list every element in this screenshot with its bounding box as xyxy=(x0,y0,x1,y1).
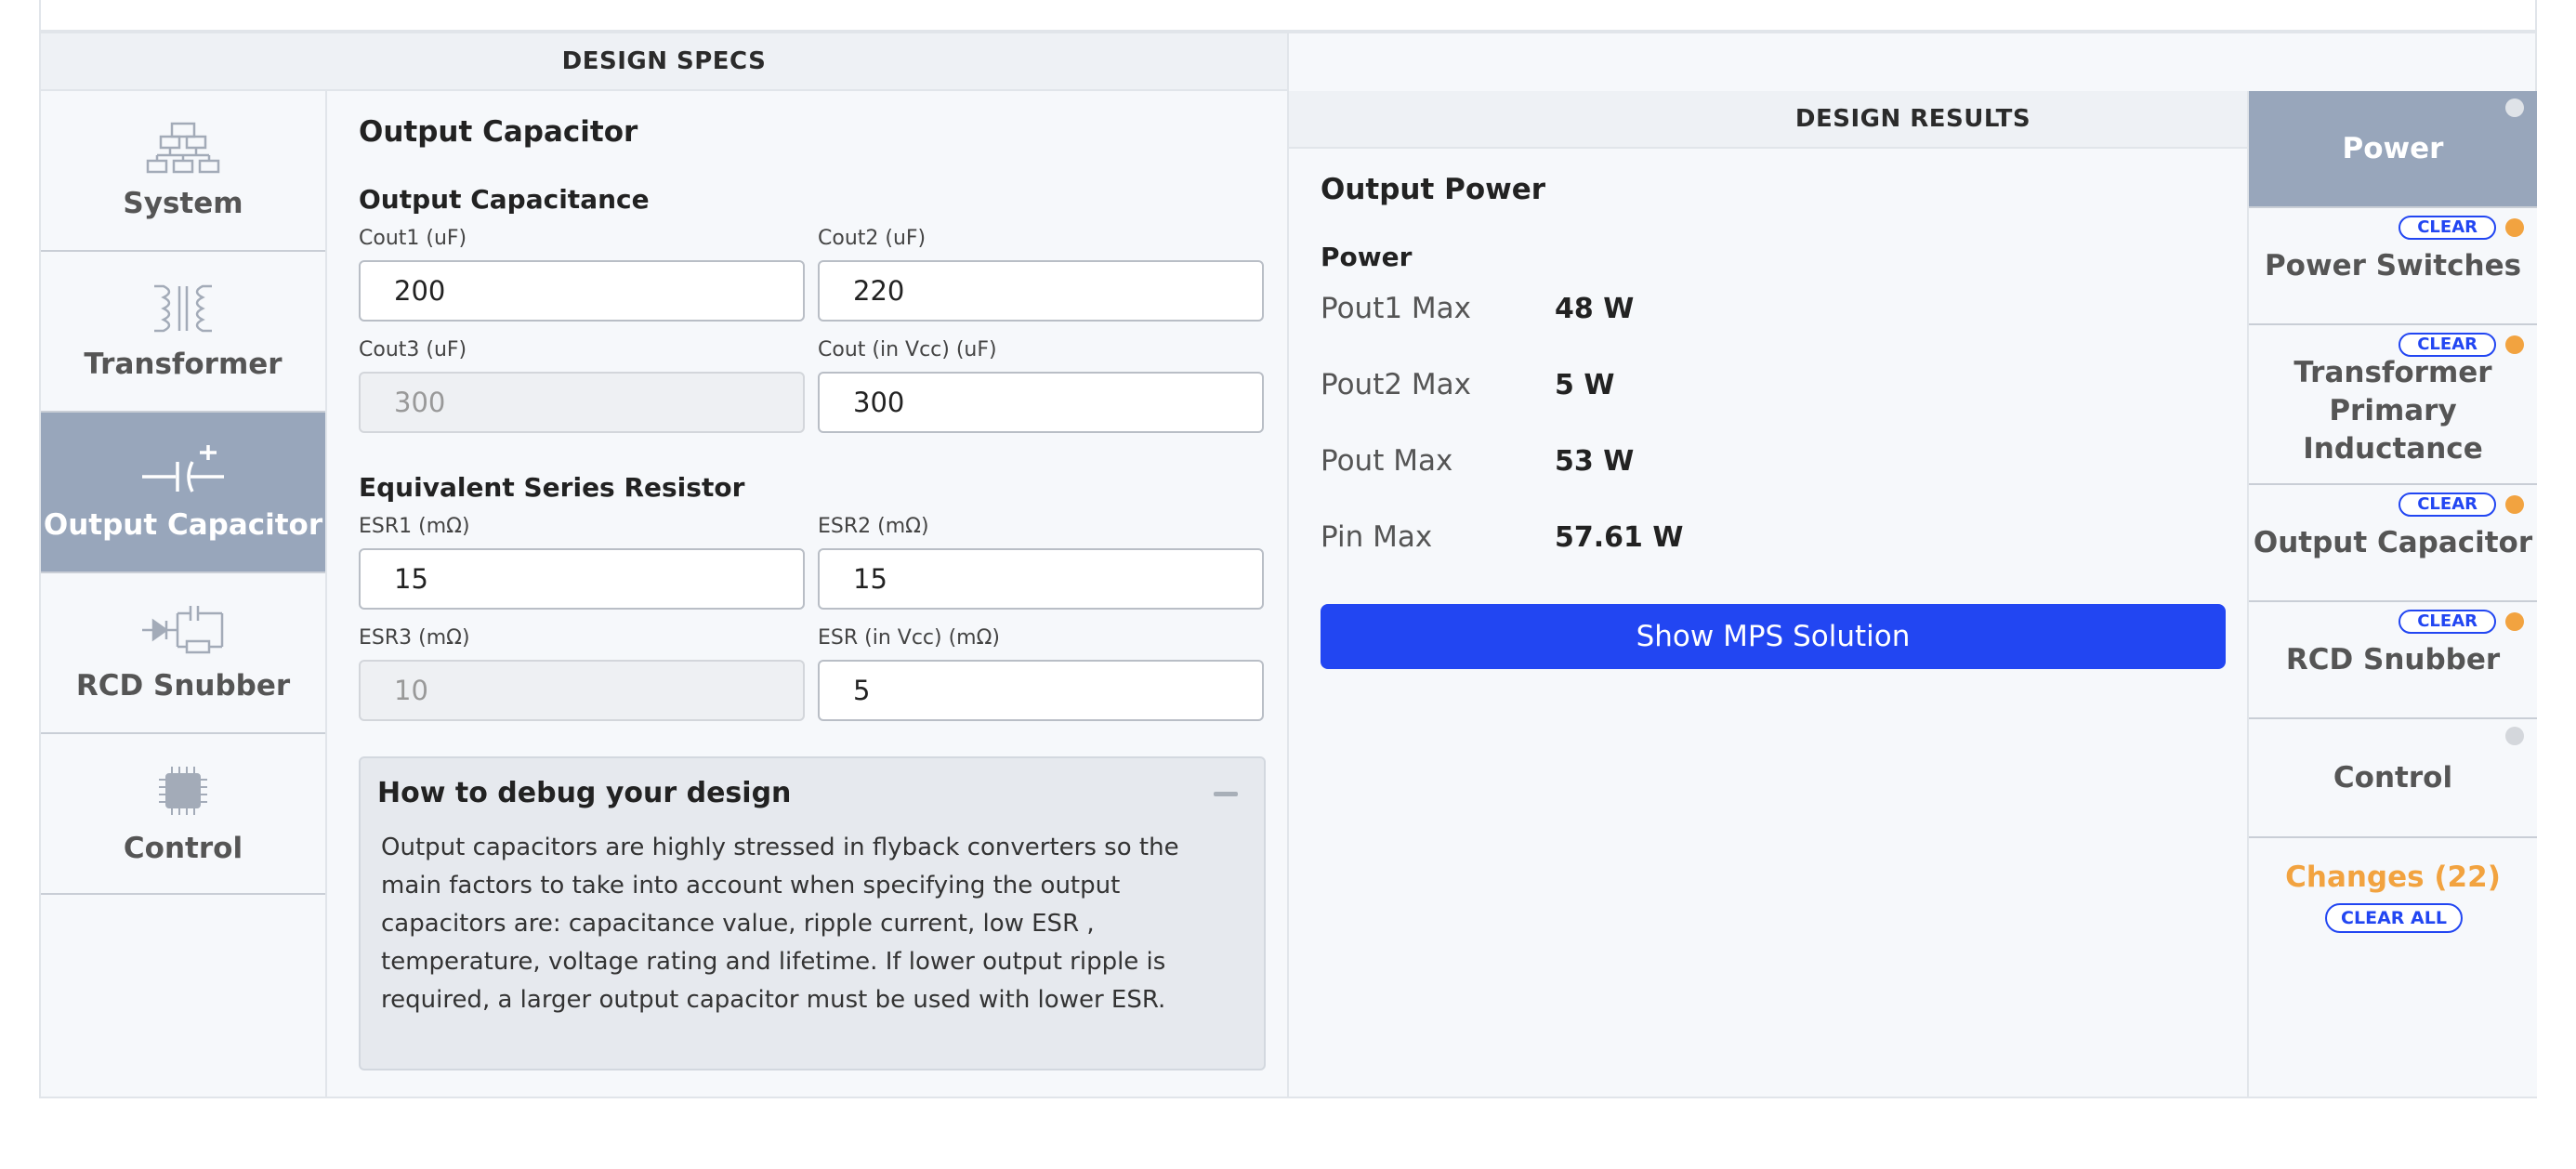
debug-title: How to debug your design xyxy=(377,777,792,809)
results-nav-label: Power Switches xyxy=(2264,248,2522,282)
nav-item-label: RCD Snubber xyxy=(75,668,291,703)
clear-button[interactable]: CLEAR xyxy=(2399,610,2496,634)
clear-button[interactable]: CLEAR xyxy=(2399,493,2496,517)
result-row-pout2: Pout2 Max 5 W xyxy=(1321,368,1614,401)
esr1-label: ESR1 (mΩ) xyxy=(359,515,470,538)
cout3-label: Cout3 (uF) xyxy=(359,338,467,361)
top-strip xyxy=(39,0,2537,32)
transformer-icon xyxy=(154,284,212,332)
result-label: Pout2 Max xyxy=(1321,368,1472,401)
minimize-icon[interactable] xyxy=(1214,792,1238,796)
result-value: 57.61 W xyxy=(1555,521,1684,554)
results-nav-label: Control xyxy=(2333,760,2453,795)
status-dot xyxy=(2505,218,2524,237)
cout3-input: 300 xyxy=(359,372,805,433)
status-dot xyxy=(2505,727,2524,745)
cout-vcc-input[interactable]: 300 xyxy=(818,372,1264,433)
result-value: 48 W xyxy=(1555,293,1635,325)
result-label: Pout1 Max xyxy=(1321,292,1472,325)
result-label: Pout Max xyxy=(1321,444,1453,478)
nav-item-label: Transformer xyxy=(84,347,283,381)
result-row-pin: Pin Max 57.61 W xyxy=(1321,520,1683,554)
design-app: DESIGN SPECS DESIGN RESULTS System Trans… xyxy=(39,32,2537,1098)
capacitor-icon xyxy=(142,444,224,493)
system-icon xyxy=(146,122,220,173)
esr2-input[interactable]: 15 xyxy=(818,548,1264,610)
status-dot xyxy=(2505,495,2524,514)
nav-item-control[interactable]: Control xyxy=(41,734,325,895)
cout1-label: Cout1 (uF) xyxy=(359,227,467,250)
cout2-input[interactable]: 220 xyxy=(818,260,1264,322)
cout1-input[interactable]: 200 xyxy=(359,260,805,322)
esr-vcc-label: ESR (in Vcc) (mΩ) xyxy=(818,626,1001,650)
design-specs-header: DESIGN SPECS xyxy=(41,33,1287,91)
esr3-input: 10 xyxy=(359,660,805,721)
result-label: Pin Max xyxy=(1321,520,1433,554)
nav-item-label: Control xyxy=(123,831,243,865)
snubber-icon xyxy=(142,605,224,653)
results-nav: Power CLEAR Power Switches CLEAR Transfo… xyxy=(2247,91,2537,1097)
esr-title: Equivalent Series Resistor xyxy=(359,472,745,503)
show-mps-solution-button[interactable]: Show MPS Solution xyxy=(1321,604,2226,669)
nav-item-transformer[interactable]: Transformer xyxy=(41,252,325,413)
results-nav-control[interactable]: Control xyxy=(2249,719,2537,838)
debug-text: Output capacitors are highly stressed in… xyxy=(381,834,1179,1014)
cout-vcc-label: Cout (in Vcc) (uF) xyxy=(818,338,997,361)
results-nav-power-switches[interactable]: CLEAR Power Switches xyxy=(2249,208,2537,325)
results-nav-label: Output Capacitor xyxy=(2253,525,2533,559)
result-value: 5 W xyxy=(1555,369,1615,401)
clear-button[interactable]: CLEAR xyxy=(2399,216,2496,240)
chip-icon xyxy=(159,766,207,815)
clear-all-button[interactable]: CLEAR ALL xyxy=(2325,903,2463,933)
results-nav-label: Transformer Primary Inductance xyxy=(2293,355,2492,466)
result-row-pout: Pout Max 53 W xyxy=(1321,444,1634,478)
esr-vcc-input[interactable]: 5 xyxy=(818,660,1264,721)
result-value: 53 W xyxy=(1555,445,1635,478)
results-title: Output Power xyxy=(1321,173,1546,206)
status-dot xyxy=(2505,612,2524,631)
results-nav-label: Power xyxy=(2342,131,2444,165)
nav-item-output-capacitor[interactable]: Output Capacitor xyxy=(41,413,325,573)
results-nav-transformer-primary-inductance[interactable]: CLEAR Transformer Primary Inductance xyxy=(2249,325,2537,485)
results-nav-rcd-snubber[interactable]: CLEAR RCD Snubber xyxy=(2249,602,2537,719)
changes-count: Changes (22) xyxy=(2285,860,2501,894)
cout2-label: Cout2 (uF) xyxy=(818,227,927,250)
esr1-input[interactable]: 15 xyxy=(359,548,805,610)
status-dot xyxy=(2505,99,2524,117)
debug-panel: How to debug your design Output capacito… xyxy=(359,756,1266,1070)
clear-button[interactable]: CLEAR xyxy=(2399,333,2496,357)
nav-item-rcd-snubber[interactable]: RCD Snubber xyxy=(41,573,325,734)
esr3-label: ESR3 (mΩ) xyxy=(359,626,470,650)
nav-item-system[interactable]: System xyxy=(41,91,325,252)
results-subtitle: Power xyxy=(1321,242,1413,272)
output-capacitance-title: Output Capacitance xyxy=(359,184,650,215)
esr2-label: ESR2 (mΩ) xyxy=(818,515,929,538)
form-title: Output Capacitor xyxy=(359,115,638,149)
results-panel: Output Power Power Pout1 Max 48 W Pout2 … xyxy=(1289,91,2246,1097)
result-row-pout1: Pout1 Max 48 W xyxy=(1321,292,1634,325)
results-nav-output-capacitor[interactable]: CLEAR Output Capacitor xyxy=(2249,485,2537,602)
nav-item-label: System xyxy=(123,186,243,220)
nav-item-label: Output Capacitor xyxy=(43,507,323,542)
results-nav-power[interactable]: Power xyxy=(2249,91,2537,208)
status-dot xyxy=(2505,335,2524,354)
results-nav-label: RCD Snubber xyxy=(2285,642,2501,676)
specs-nav: System Transformer Output Capacitor RCD … xyxy=(41,91,327,1097)
